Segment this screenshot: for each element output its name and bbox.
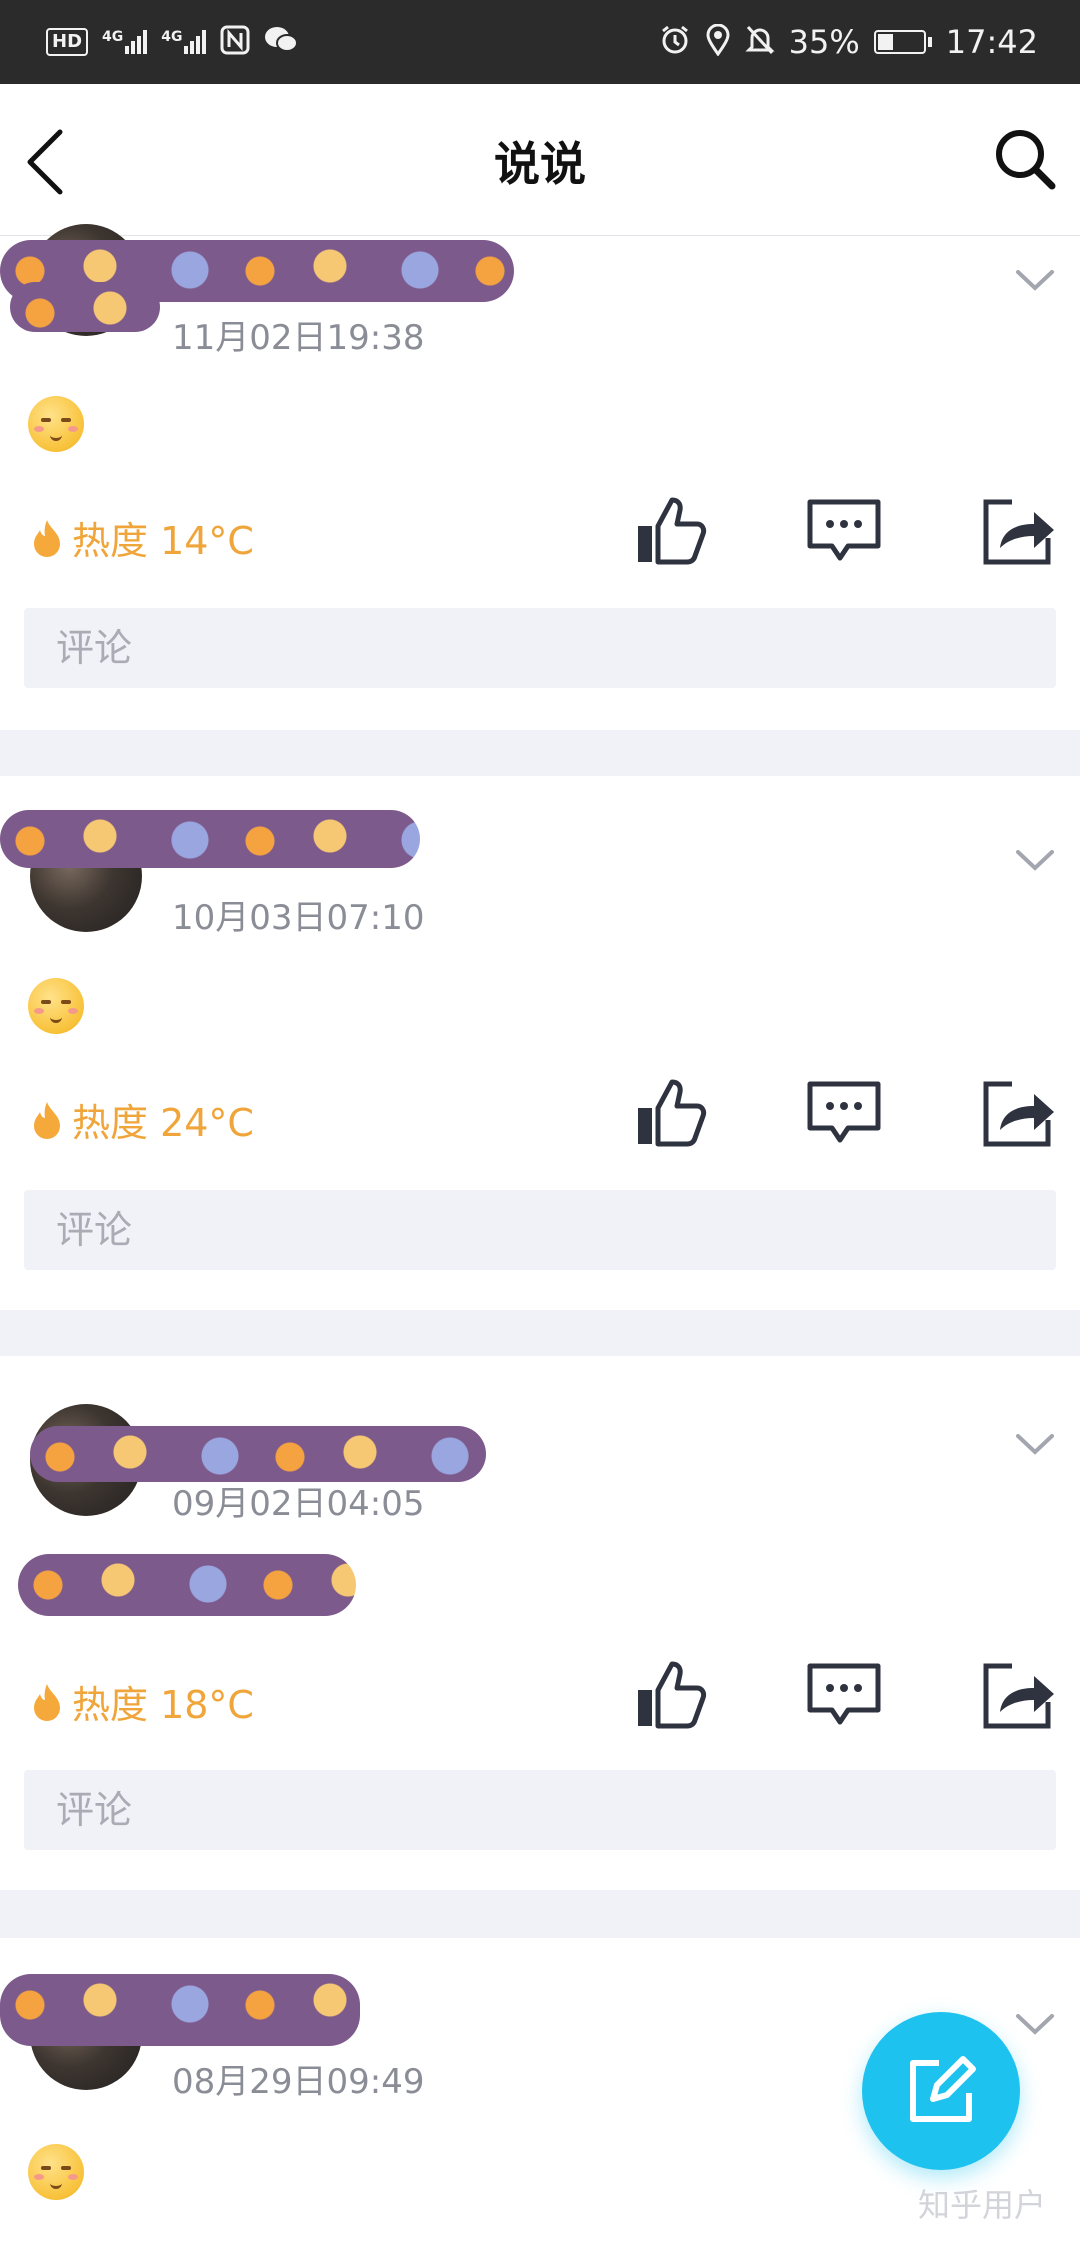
- flame-icon: [34, 1101, 60, 1139]
- chevron-down-icon[interactable]: [1012, 844, 1058, 874]
- search-icon: [996, 130, 1056, 190]
- redacted-username: [0, 810, 420, 868]
- alarm-icon: [659, 24, 691, 60]
- redacted-username: [0, 1974, 360, 2046]
- share-icon[interactable]: [978, 1074, 1058, 1154]
- watermark: 知乎用户: [918, 2186, 1047, 2224]
- nfc-icon: [220, 25, 250, 59]
- post-card: 10月03日07:10 热度 24°C 评论: [0, 776, 1080, 1310]
- battery-icon: [873, 30, 932, 54]
- share-icon[interactable]: [978, 1656, 1058, 1736]
- chevron-down-icon[interactable]: [1012, 1428, 1058, 1458]
- redacted-post-text: [18, 1554, 356, 1616]
- status-left: HD 4G 4G: [46, 25, 299, 59]
- emoji-icon: [28, 978, 84, 1034]
- page-title: 说说: [494, 137, 586, 191]
- heat-label: 热度 24°C: [72, 1101, 254, 1145]
- heat-indicator: 热度 14°C: [30, 510, 254, 565]
- comment-input[interactable]: 评论: [24, 1190, 1056, 1270]
- heat-indicator: 热度 18°C: [30, 1674, 254, 1729]
- redacted-overlay: [10, 282, 160, 332]
- redacted-username: [30, 1426, 486, 1482]
- status-bar: HD 4G 4G 35% 17:42: [0, 0, 1080, 84]
- edit-icon: [910, 2056, 976, 2122]
- like-icon[interactable]: [632, 492, 712, 572]
- flame-icon: [34, 1683, 60, 1721]
- heat-indicator: 热度 24°C: [30, 1092, 254, 1147]
- hd-badge: HD: [46, 28, 89, 56]
- flame-icon: [34, 519, 60, 557]
- clock: 17:42: [945, 23, 1038, 61]
- post-card: 11月02日19:38 热度 14°C 评论: [0, 224, 1080, 730]
- comment-icon[interactable]: [804, 492, 884, 572]
- heat-label: 热度 18°C: [72, 1683, 254, 1727]
- post-time: 10月03日07:10: [172, 898, 425, 938]
- emoji-icon: [28, 396, 84, 452]
- post-time: 09月02日04:05: [172, 1484, 425, 1524]
- status-right: 35% 17:42: [659, 23, 1038, 61]
- wechat-icon: [264, 25, 299, 59]
- mute-bell-icon: [745, 24, 775, 60]
- post-time: 11月02日19:38: [172, 318, 425, 358]
- location-icon: [705, 23, 731, 60]
- chevron-down-icon[interactable]: [1012, 2008, 1058, 2038]
- comment-input[interactable]: 评论: [24, 1770, 1056, 1850]
- post-time: 08月29日09:49: [172, 2062, 425, 2102]
- search-button[interactable]: [992, 126, 1058, 192]
- comment-input[interactable]: 评论: [24, 608, 1056, 688]
- signal-icon-1: 4G: [102, 30, 148, 54]
- heat-label: 热度 14°C: [72, 519, 254, 563]
- share-icon[interactable]: [978, 492, 1058, 572]
- comment-icon[interactable]: [804, 1656, 884, 1736]
- compose-button[interactable]: [862, 2012, 1020, 2170]
- comment-icon[interactable]: [804, 1074, 884, 1154]
- chevron-down-icon[interactable]: [1012, 264, 1058, 294]
- emoji-icon: [28, 2144, 84, 2200]
- top-bar: 说说: [0, 84, 1080, 236]
- like-icon[interactable]: [632, 1656, 712, 1736]
- post-card: 09月02日04:05 热度 18°C 评论: [0, 1356, 1080, 1890]
- like-icon[interactable]: [632, 1074, 712, 1154]
- signal-icon-2: 4G: [161, 30, 207, 54]
- battery-percent: 35%: [788, 23, 860, 61]
